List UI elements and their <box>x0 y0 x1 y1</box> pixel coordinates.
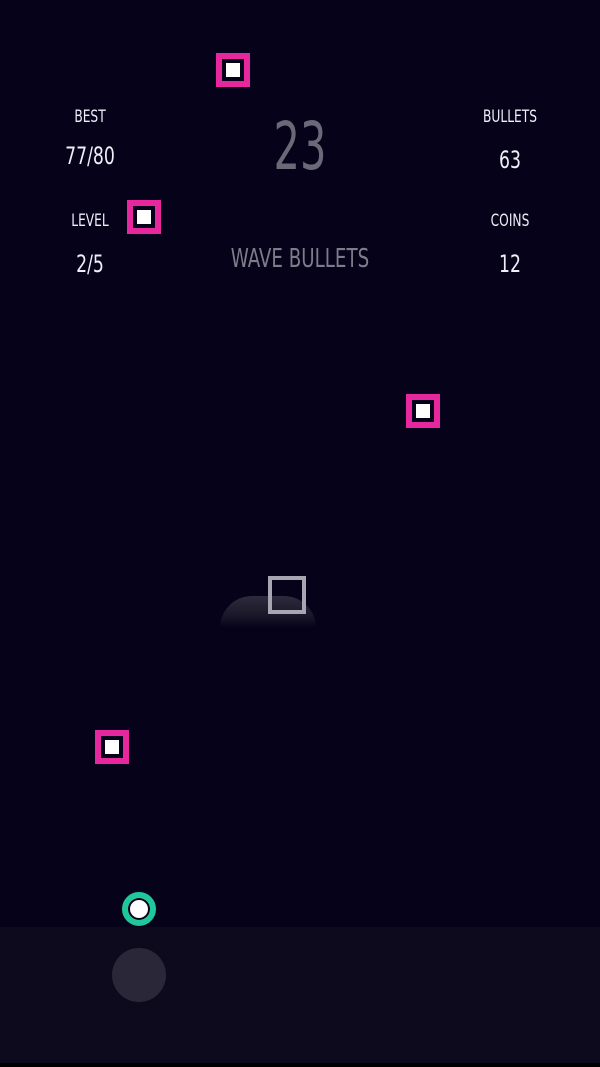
coins-value: 12 <box>499 250 521 278</box>
bullets-label: BULLETS <box>483 107 537 127</box>
enemy-square-icon <box>406 394 440 428</box>
enemy-square-icon <box>216 53 250 87</box>
enemy-square-icon <box>95 730 129 764</box>
enemy-square-icon <box>127 200 161 234</box>
score-counter: 23 <box>273 108 327 185</box>
coins-label: COINS <box>490 211 530 231</box>
player-ring-icon <box>122 892 156 926</box>
level-value: 2/5 <box>76 250 104 278</box>
bullets-value: 63 <box>499 146 521 174</box>
joystick-knob-icon[interactable] <box>112 948 166 1002</box>
game-screen[interactable]: BEST 77/80 LEVEL 2/5 BULLETS 63 COINS 12… <box>0 0 600 1067</box>
best-label: BEST <box>74 107 106 127</box>
wave-title: WAVE BULLETS <box>230 244 370 274</box>
control-panel[interactable] <box>0 927 600 1063</box>
best-value: 77/80 <box>65 142 115 170</box>
outline-square-icon <box>268 576 306 614</box>
level-label: LEVEL <box>71 211 109 231</box>
bottom-edge <box>0 1063 600 1067</box>
